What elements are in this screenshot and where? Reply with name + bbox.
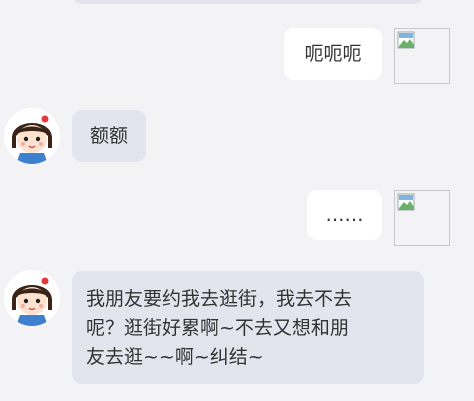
girl-avatar-icon (4, 108, 60, 164)
user-avatar-broken-image (394, 190, 450, 246)
partial-message-bubble (72, 0, 424, 4)
broken-image-icon (397, 31, 415, 49)
user-avatar-broken-image (394, 28, 450, 84)
message-text: 呃呃呃 (304, 43, 362, 65)
message-text: 额额 (89, 125, 128, 147)
girl-avatar-icon (4, 270, 60, 326)
chat-bubble-incoming: 我朋友要约我去逛街，我去不去 呢？逛街好累啊~不去又想和朋 友去逛~~啊~纠结~ (72, 271, 424, 384)
chat-bubble-incoming: 额额 (72, 110, 146, 162)
chat-bubble-outgoing: …… (307, 190, 382, 240)
message-text-line: 我朋友要约我去逛街，我去不去 (86, 288, 353, 310)
broken-image-icon (397, 193, 415, 211)
chat-bubble-outgoing: 呃呃呃 (284, 28, 382, 80)
contact-avatar[interactable] (4, 270, 60, 326)
message-text-line: 友去逛~~啊~纠结~ (86, 346, 264, 368)
message-text-line: 呢？逛街好累啊~不去又想和朋 (86, 317, 349, 339)
contact-avatar[interactable] (4, 108, 60, 164)
message-text: …… (325, 204, 364, 226)
